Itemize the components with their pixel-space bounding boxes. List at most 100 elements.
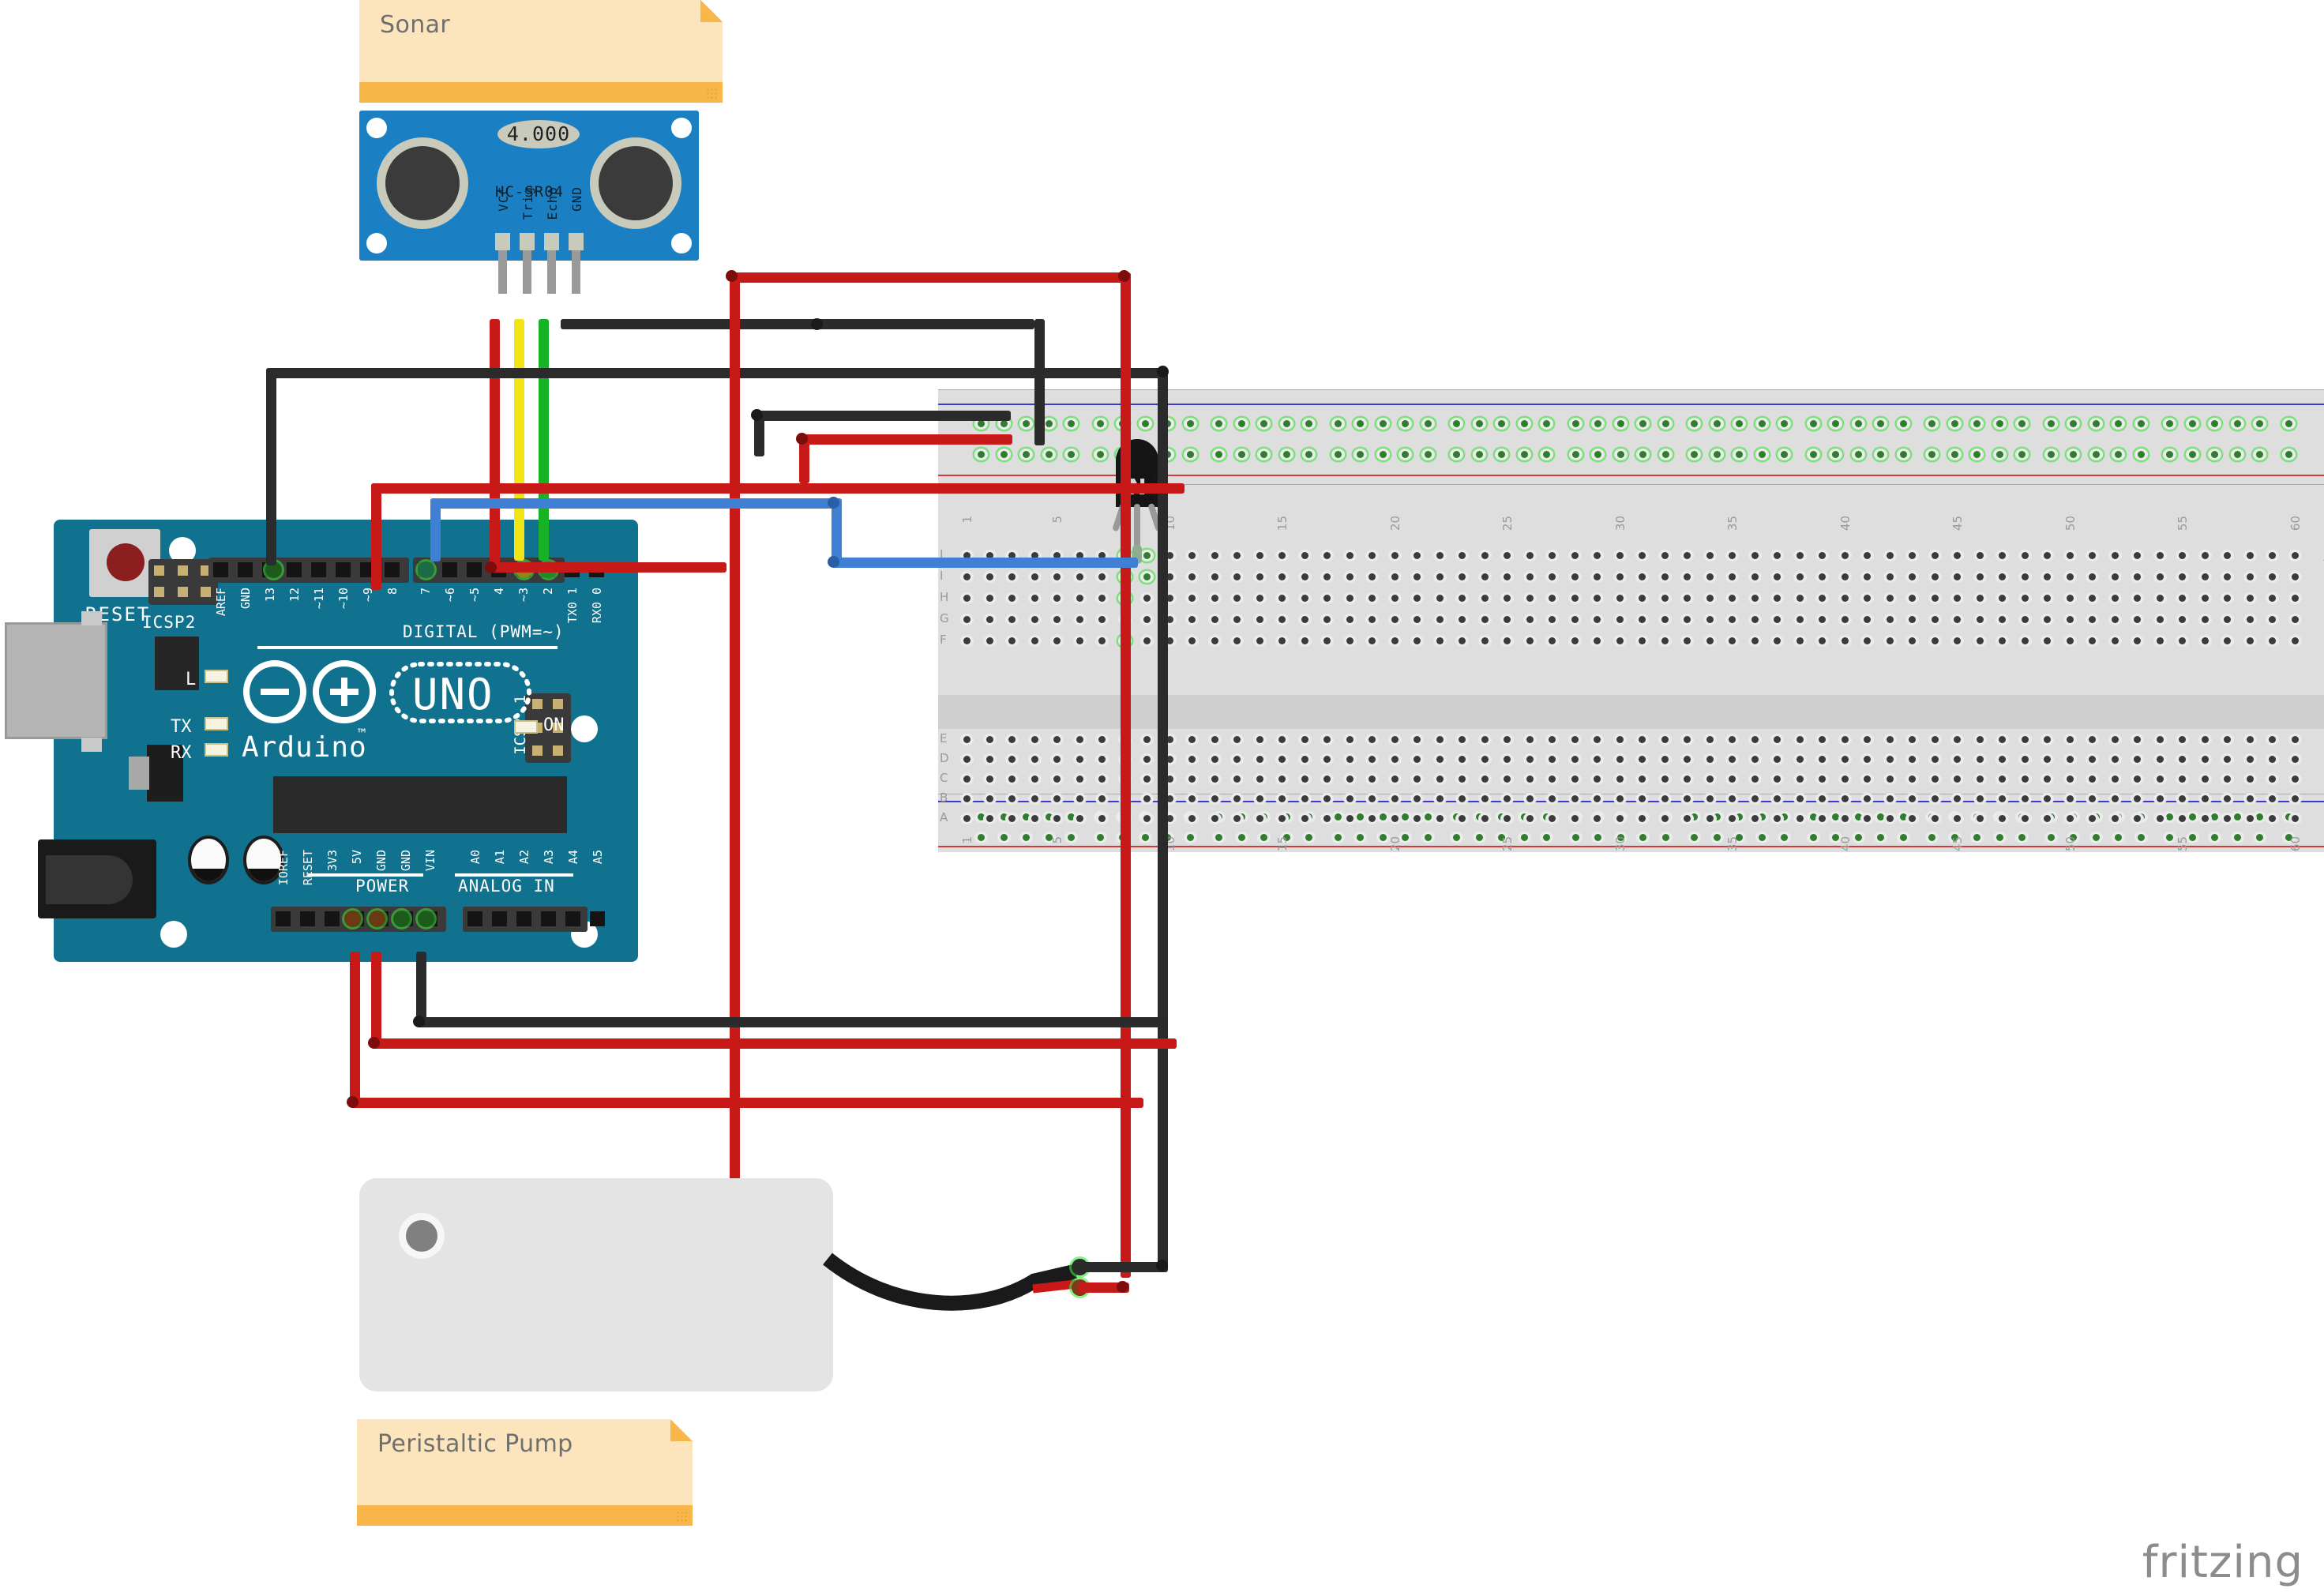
breadboard-hole-J50[interactable] [2063, 550, 2077, 561]
breadboard-rail-hole[interactable] [1925, 449, 1939, 460]
breadboard-hole-E26[interactable] [1522, 734, 1537, 745]
breadboard-hole-A19[interactable] [1365, 813, 1379, 824]
breadboard-hole-C45[interactable] [1950, 773, 1964, 785]
breadboard-hole-J32[interactable] [1658, 550, 1672, 561]
breadboard-hole-A16[interactable] [1297, 813, 1312, 824]
breadboard-hole-I28[interactable] [1567, 571, 1582, 583]
breadboard-hole-G51[interactable] [2086, 614, 2099, 625]
breadboard-hole-B41[interactable] [1860, 793, 1874, 805]
breadboard-hole-I47[interactable] [1995, 571, 2009, 583]
breadboard-hole-H14[interactable] [1252, 592, 1267, 604]
breadboard-hole-D25[interactable] [1500, 753, 1514, 765]
breadboard-hole-B11[interactable] [1185, 793, 1199, 805]
breadboard-hole-A46[interactable] [1973, 813, 1987, 824]
breadboard-hole-I33[interactable] [1680, 571, 1694, 583]
breadboard-hole-B36[interactable] [1748, 793, 1762, 805]
breadboard-rail-hole[interactable] [2067, 418, 2080, 430]
breadboard-hole-A1[interactable] [960, 813, 974, 824]
breadboard-rail-hole[interactable] [1636, 832, 1650, 843]
breadboard-hole-F58[interactable] [2243, 635, 2257, 647]
breadboard-hole-I40[interactable] [1838, 571, 1852, 583]
breadboard-hole-F55[interactable] [2176, 635, 2189, 647]
breadboard-hole-E3[interactable] [1005, 734, 1019, 745]
breadboard-hole-E43[interactable] [1905, 734, 1919, 745]
breadboard-hole-B12[interactable] [1207, 793, 1222, 805]
breadboard-hole-I24[interactable] [1477, 571, 1492, 583]
breadboard-hole-A36[interactable] [1748, 813, 1762, 824]
wire-pin7-horizontal-lower[interactable] [832, 558, 1138, 568]
breadboard-hole-H45[interactable] [1950, 592, 1964, 604]
breadboard-hole-G42[interactable] [1883, 614, 1897, 625]
breadboard-hole-D58[interactable] [2243, 753, 2257, 765]
breadboard-hole-H11[interactable] [1185, 592, 1199, 604]
breadboard-hole-E51[interactable] [2086, 734, 2099, 745]
breadboard-hole-C28[interactable] [1567, 773, 1582, 785]
breadboard-rail-hole[interactable] [1710, 418, 1724, 430]
breadboard-hole-I18[interactable] [1342, 571, 1357, 583]
breadboard-rail-hole[interactable] [1302, 418, 1316, 430]
breadboard-hole-H13[interactable] [1230, 592, 1244, 604]
breadboard-rail-hole[interactable] [1710, 832, 1724, 843]
breadboard-hole-G9[interactable] [1140, 614, 1154, 625]
breadboard-rail-hole[interactable] [1874, 832, 1887, 843]
breadboard-rail-hole[interactable] [1064, 832, 1078, 843]
breadboard-hole-H22[interactable] [1432, 592, 1447, 604]
breadboard-rail-hole[interactable] [1353, 418, 1367, 430]
breadboard-hole-F27[interactable] [1545, 635, 1559, 647]
breadboard-hole-C29[interactable] [1590, 773, 1604, 785]
breadboard-hole-G33[interactable] [1680, 614, 1694, 625]
breadboard-hole-I6[interactable] [1072, 571, 1087, 583]
breadboard-rail-hole[interactable] [1613, 449, 1628, 460]
breadboard-hole-A25[interactable] [1500, 813, 1514, 824]
breadboard-rail-hole[interactable] [2230, 418, 2244, 430]
breadboard-hole-E24[interactable] [1477, 734, 1492, 745]
breadboard-hole-A42[interactable] [1883, 813, 1897, 824]
breadboard-rail-hole[interactable] [1925, 832, 1939, 843]
breadboard-hole-F31[interactable] [1635, 635, 1649, 647]
breadboard-rail-hole[interactable] [1540, 832, 1553, 843]
breadboard-hole-B38[interactable] [1793, 793, 1807, 805]
breadboard-hole-B50[interactable] [2063, 793, 2077, 805]
breadboard-rail-hole[interactable] [1806, 418, 1820, 430]
breadboard-hole-G1[interactable] [960, 614, 974, 625]
breadboard-hole-E45[interactable] [1950, 734, 1964, 745]
breadboard-hole-I16[interactable] [1297, 571, 1312, 583]
breadboard-hole-E36[interactable] [1748, 734, 1762, 745]
breadboard-hole-E58[interactable] [2243, 734, 2257, 745]
breadboard-hole-A55[interactable] [2176, 813, 2189, 824]
breadboard-rail-hole[interactable] [2163, 418, 2176, 430]
wire-arduino-gnd-down-right[interactable] [1158, 368, 1168, 1272]
breadboard-hole-A12[interactable] [1207, 813, 1222, 824]
breadboard-rail-hole[interactable] [1947, 449, 1962, 460]
breadboard-hole-F34[interactable] [1703, 635, 1717, 647]
breadboard-hole-J37[interactable] [1770, 550, 1784, 561]
breadboard-hole-A13[interactable] [1230, 813, 1244, 824]
wire-5v-from-arduino[interactable] [371, 483, 1185, 494]
breadboard-hole-H57[interactable] [2221, 592, 2234, 604]
breadboard-rail-hole[interactable] [997, 832, 1011, 843]
breadboard-hole-B44[interactable] [1928, 793, 1942, 805]
note-resize-grip-icon[interactable] [706, 88, 717, 99]
breadboard-hole-A48[interactable] [2018, 813, 2032, 824]
wire-5v-rail-horizontal[interactable] [799, 434, 1012, 445]
breadboard-hole-C58[interactable] [2243, 773, 2257, 785]
breadboard-hole-A44[interactable] [1928, 813, 1942, 824]
wire-arduino-power-gnd-horizontal[interactable] [416, 1017, 1166, 1027]
breadboard-hole-E30[interactable] [1613, 734, 1627, 745]
breadboard-hole-B5[interactable] [1050, 793, 1064, 805]
breadboard-hole-B26[interactable] [1522, 793, 1537, 805]
breadboard-hole-J20[interactable] [1387, 550, 1402, 561]
breadboard-hole-H38[interactable] [1793, 592, 1807, 604]
breadboard-hole-E50[interactable] [2063, 734, 2077, 745]
breadboard-hole-G16[interactable] [1297, 614, 1312, 625]
breadboard-hole-F12[interactable] [1207, 635, 1222, 647]
breadboard-rail-hole[interactable] [2015, 832, 2029, 843]
header-socket[interactable] [442, 562, 457, 577]
breadboard-hole-A18[interactable] [1342, 813, 1357, 824]
breadboard-hole-A6[interactable] [1072, 813, 1087, 824]
breadboard-hole-J52[interactable] [2108, 550, 2122, 561]
breadboard-hole-C12[interactable] [1207, 773, 1222, 785]
breadboard-hole-G38[interactable] [1793, 614, 1807, 625]
breadboard-rail-hole[interactable] [1829, 449, 1842, 460]
breadboard-hole-B32[interactable] [1658, 793, 1672, 805]
